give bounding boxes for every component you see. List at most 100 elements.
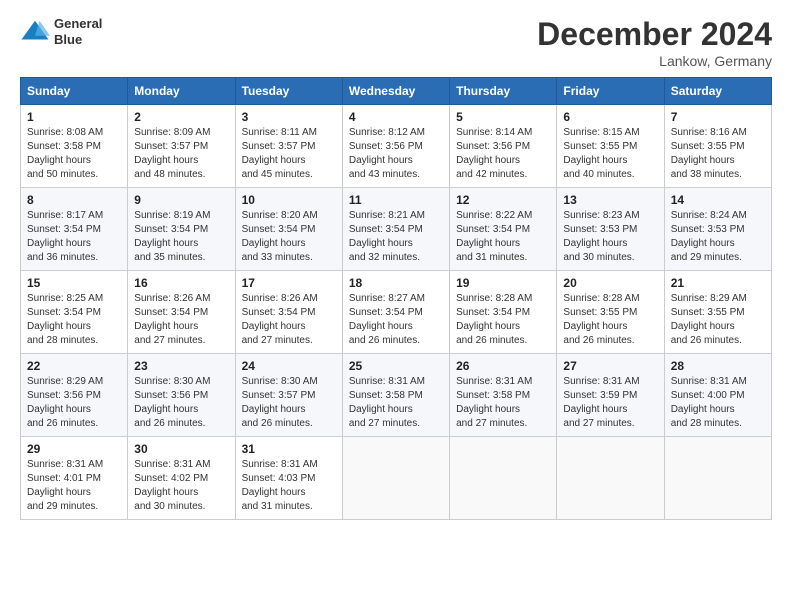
day-cell <box>450 437 557 520</box>
day-number: 7 <box>671 110 765 124</box>
day-number: 21 <box>671 276 765 290</box>
header: General Blue December 2024 Lankow, Germa… <box>20 16 772 69</box>
day-number: 28 <box>671 359 765 373</box>
week-row-5: 29 Sunrise: 8:31 AM Sunset: 4:01 PM Dayl… <box>21 437 772 520</box>
day-info: Sunrise: 8:31 AM Sunset: 3:58 PM Dayligh… <box>349 375 443 431</box>
day-cell: 25 Sunrise: 8:31 AM Sunset: 3:58 PM Dayl… <box>342 354 449 437</box>
day-cell <box>557 437 664 520</box>
day-info: Sunrise: 8:16 AM Sunset: 3:55 PM Dayligh… <box>671 126 765 182</box>
day-cell <box>664 437 771 520</box>
day-cell: 14 Sunrise: 8:24 AM Sunset: 3:53 PM Dayl… <box>664 188 771 271</box>
day-info: Sunrise: 8:08 AM Sunset: 3:58 PM Dayligh… <box>27 126 121 182</box>
day-header-monday: Monday <box>128 78 235 105</box>
day-cell: 24 Sunrise: 8:30 AM Sunset: 3:57 PM Dayl… <box>235 354 342 437</box>
day-header-friday: Friday <box>557 78 664 105</box>
day-info: Sunrise: 8:15 AM Sunset: 3:55 PM Dayligh… <box>563 126 657 182</box>
day-number: 15 <box>27 276 121 290</box>
day-info: Sunrise: 8:29 AM Sunset: 3:56 PM Dayligh… <box>27 375 121 431</box>
day-number: 25 <box>349 359 443 373</box>
day-cell: 15 Sunrise: 8:25 AM Sunset: 3:54 PM Dayl… <box>21 271 128 354</box>
day-info: Sunrise: 8:29 AM Sunset: 3:55 PM Dayligh… <box>671 292 765 348</box>
day-number: 4 <box>349 110 443 124</box>
day-number: 17 <box>242 276 336 290</box>
week-row-1: 1 Sunrise: 8:08 AM Sunset: 3:58 PM Dayli… <box>21 105 772 188</box>
day-info: Sunrise: 8:22 AM Sunset: 3:54 PM Dayligh… <box>456 209 550 265</box>
day-info: Sunrise: 8:11 AM Sunset: 3:57 PM Dayligh… <box>242 126 336 182</box>
calendar-header-row: SundayMondayTuesdayWednesdayThursdayFrid… <box>21 78 772 105</box>
day-cell: 21 Sunrise: 8:29 AM Sunset: 3:55 PM Dayl… <box>664 271 771 354</box>
day-info: Sunrise: 8:21 AM Sunset: 3:54 PM Dayligh… <box>349 209 443 265</box>
day-number: 16 <box>134 276 228 290</box>
week-row-3: 15 Sunrise: 8:25 AM Sunset: 3:54 PM Dayl… <box>21 271 772 354</box>
week-row-4: 22 Sunrise: 8:29 AM Sunset: 3:56 PM Dayl… <box>21 354 772 437</box>
logo-icon <box>20 17 50 47</box>
day-info: Sunrise: 8:24 AM Sunset: 3:53 PM Dayligh… <box>671 209 765 265</box>
day-cell: 30 Sunrise: 8:31 AM Sunset: 4:02 PM Dayl… <box>128 437 235 520</box>
day-cell: 19 Sunrise: 8:28 AM Sunset: 3:54 PM Dayl… <box>450 271 557 354</box>
day-number: 9 <box>134 193 228 207</box>
day-cell: 28 Sunrise: 8:31 AM Sunset: 4:00 PM Dayl… <box>664 354 771 437</box>
day-number: 19 <box>456 276 550 290</box>
day-cell: 20 Sunrise: 8:28 AM Sunset: 3:55 PM Dayl… <box>557 271 664 354</box>
day-info: Sunrise: 8:17 AM Sunset: 3:54 PM Dayligh… <box>27 209 121 265</box>
day-cell: 31 Sunrise: 8:31 AM Sunset: 4:03 PM Dayl… <box>235 437 342 520</box>
day-cell <box>342 437 449 520</box>
day-number: 20 <box>563 276 657 290</box>
day-info: Sunrise: 8:31 AM Sunset: 3:58 PM Dayligh… <box>456 375 550 431</box>
day-cell: 4 Sunrise: 8:12 AM Sunset: 3:56 PM Dayli… <box>342 105 449 188</box>
day-number: 24 <box>242 359 336 373</box>
day-info: Sunrise: 8:31 AM Sunset: 4:01 PM Dayligh… <box>27 458 121 514</box>
day-cell: 6 Sunrise: 8:15 AM Sunset: 3:55 PM Dayli… <box>557 105 664 188</box>
day-number: 3 <box>242 110 336 124</box>
day-cell: 10 Sunrise: 8:20 AM Sunset: 3:54 PM Dayl… <box>235 188 342 271</box>
day-info: Sunrise: 8:31 AM Sunset: 4:03 PM Dayligh… <box>242 458 336 514</box>
day-info: Sunrise: 8:14 AM Sunset: 3:56 PM Dayligh… <box>456 126 550 182</box>
logo-text: General Blue <box>54 16 102 47</box>
day-number: 6 <box>563 110 657 124</box>
day-info: Sunrise: 8:26 AM Sunset: 3:54 PM Dayligh… <box>134 292 228 348</box>
day-number: 29 <box>27 442 121 456</box>
day-number: 1 <box>27 110 121 124</box>
day-cell: 12 Sunrise: 8:22 AM Sunset: 3:54 PM Dayl… <box>450 188 557 271</box>
day-info: Sunrise: 8:26 AM Sunset: 3:54 PM Dayligh… <box>242 292 336 348</box>
day-number: 22 <box>27 359 121 373</box>
day-cell: 8 Sunrise: 8:17 AM Sunset: 3:54 PM Dayli… <box>21 188 128 271</box>
day-cell: 2 Sunrise: 8:09 AM Sunset: 3:57 PM Dayli… <box>128 105 235 188</box>
day-info: Sunrise: 8:31 AM Sunset: 3:59 PM Dayligh… <box>563 375 657 431</box>
day-cell: 5 Sunrise: 8:14 AM Sunset: 3:56 PM Dayli… <box>450 105 557 188</box>
day-header-thursday: Thursday <box>450 78 557 105</box>
day-info: Sunrise: 8:25 AM Sunset: 3:54 PM Dayligh… <box>27 292 121 348</box>
day-cell: 23 Sunrise: 8:30 AM Sunset: 3:56 PM Dayl… <box>128 354 235 437</box>
day-cell: 3 Sunrise: 8:11 AM Sunset: 3:57 PM Dayli… <box>235 105 342 188</box>
day-cell: 26 Sunrise: 8:31 AM Sunset: 3:58 PM Dayl… <box>450 354 557 437</box>
day-info: Sunrise: 8:23 AM Sunset: 3:53 PM Dayligh… <box>563 209 657 265</box>
day-info: Sunrise: 8:28 AM Sunset: 3:54 PM Dayligh… <box>456 292 550 348</box>
day-cell: 9 Sunrise: 8:19 AM Sunset: 3:54 PM Dayli… <box>128 188 235 271</box>
day-number: 12 <box>456 193 550 207</box>
day-cell: 16 Sunrise: 8:26 AM Sunset: 3:54 PM Dayl… <box>128 271 235 354</box>
title-area: December 2024 Lankow, Germany <box>537 16 772 69</box>
day-cell: 29 Sunrise: 8:31 AM Sunset: 4:01 PM Dayl… <box>21 437 128 520</box>
calendar: SundayMondayTuesdayWednesdayThursdayFrid… <box>20 77 772 520</box>
day-info: Sunrise: 8:31 AM Sunset: 4:02 PM Dayligh… <box>134 458 228 514</box>
day-info: Sunrise: 8:27 AM Sunset: 3:54 PM Dayligh… <box>349 292 443 348</box>
day-number: 23 <box>134 359 228 373</box>
day-number: 11 <box>349 193 443 207</box>
day-number: 2 <box>134 110 228 124</box>
day-number: 8 <box>27 193 121 207</box>
day-number: 5 <box>456 110 550 124</box>
day-info: Sunrise: 8:30 AM Sunset: 3:57 PM Dayligh… <box>242 375 336 431</box>
day-cell: 17 Sunrise: 8:26 AM Sunset: 3:54 PM Dayl… <box>235 271 342 354</box>
day-number: 26 <box>456 359 550 373</box>
day-header-tuesday: Tuesday <box>235 78 342 105</box>
day-number: 30 <box>134 442 228 456</box>
day-cell: 7 Sunrise: 8:16 AM Sunset: 3:55 PM Dayli… <box>664 105 771 188</box>
day-info: Sunrise: 8:12 AM Sunset: 3:56 PM Dayligh… <box>349 126 443 182</box>
day-cell: 27 Sunrise: 8:31 AM Sunset: 3:59 PM Dayl… <box>557 354 664 437</box>
day-header-wednesday: Wednesday <box>342 78 449 105</box>
day-number: 14 <box>671 193 765 207</box>
day-header-sunday: Sunday <box>21 78 128 105</box>
day-info: Sunrise: 8:09 AM Sunset: 3:57 PM Dayligh… <box>134 126 228 182</box>
day-cell: 1 Sunrise: 8:08 AM Sunset: 3:58 PM Dayli… <box>21 105 128 188</box>
day-header-saturday: Saturday <box>664 78 771 105</box>
